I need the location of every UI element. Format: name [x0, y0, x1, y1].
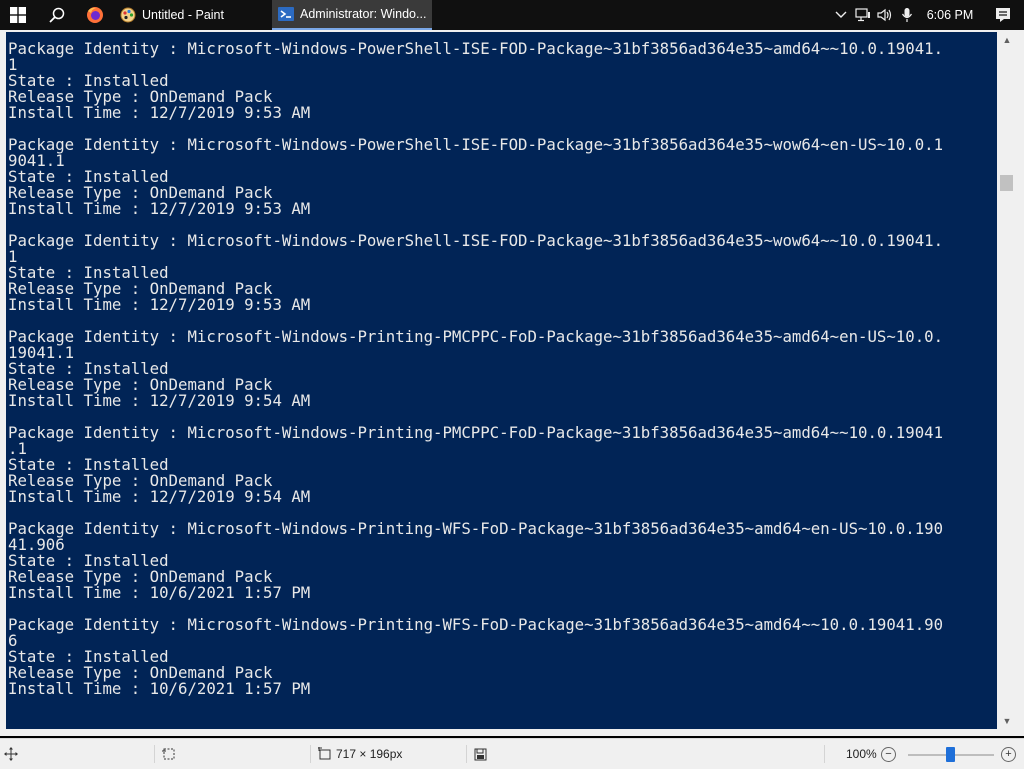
start-button[interactable]	[0, 0, 36, 30]
notification-icon	[996, 8, 1010, 22]
console-line: Install Time : 12/7/2019 9:54 AM	[8, 391, 311, 410]
package-entry: Package Identity : Microsoft-Windows-Pri…	[8, 329, 997, 409]
firefox-icon	[87, 7, 103, 23]
scroll-up-arrow-icon[interactable]: ▲	[998, 32, 1016, 48]
zoom-out-button[interactable]: −	[881, 747, 896, 762]
show-hidden-icons-button[interactable]	[830, 0, 852, 30]
status-divider	[154, 745, 155, 763]
console-line: Install Time : 10/6/2021 1:57 PM	[8, 679, 311, 698]
package-entry: Package Identity : Microsoft-Windows-Pow…	[8, 137, 997, 217]
action-center-button[interactable]	[982, 0, 1024, 30]
console-output[interactable]: Package Identity : Microsoft-Windows-Pow…	[6, 32, 997, 729]
search-button[interactable]	[44, 0, 70, 30]
cursor-position-icon	[4, 747, 18, 761]
taskbar-app-powershell[interactable]: Administrator: Windo...	[272, 0, 432, 30]
console-text: Package Identity : Microsoft-Windows-Pow…	[6, 32, 997, 697]
console-line: Install Time : 12/7/2019 9:54 AM	[8, 487, 311, 506]
package-entry: Package Identity : Microsoft-Windows-Pow…	[8, 233, 997, 313]
windows-logo-icon	[10, 7, 26, 23]
microphone-button[interactable]	[896, 0, 918, 30]
file-size	[474, 739, 487, 769]
taskbar-clock[interactable]: 6:06 PM	[918, 8, 982, 22]
zoom-in-button[interactable]: +	[1001, 747, 1016, 762]
console-line: Package Identity : Microsoft-Windows-Pri…	[8, 327, 944, 346]
powershell-icon	[278, 7, 294, 21]
selection-icon	[162, 748, 175, 760]
console-line: Package Identity : Microsoft-Windows-Pri…	[8, 519, 944, 538]
image-size: 717 × 196px	[318, 739, 402, 769]
status-divider	[824, 745, 825, 763]
chevron-up-icon	[835, 11, 847, 18]
paint-icon	[120, 7, 136, 23]
system-tray: 6:06 PM	[830, 0, 1024, 30]
console-line: Install Time : 12/7/2019 9:53 AM	[8, 295, 311, 314]
console-line: Install Time : 12/7/2019 9:53 AM	[8, 199, 311, 218]
save-disk-icon	[474, 748, 487, 760]
zoom-slider-thumb[interactable]	[946, 747, 955, 762]
zoom-level: 100%	[846, 747, 877, 761]
package-entry: Package Identity : Microsoft-Windows-Pri…	[8, 617, 997, 697]
package-entry: Package Identity : Microsoft-Windows-Pow…	[8, 41, 997, 121]
taskbar-app-label: Untitled - Paint	[142, 8, 224, 22]
console-line: Package Identity : Microsoft-Windows-Pow…	[8, 39, 944, 58]
console-line: Package Identity : Microsoft-Windows-Pow…	[8, 231, 944, 250]
microphone-icon	[901, 8, 913, 22]
scroll-down-arrow-icon[interactable]: ▼	[998, 713, 1016, 729]
console-line: Install Time : 12/7/2019 9:53 AM	[8, 103, 311, 122]
image-size-text: 717 × 196px	[336, 747, 403, 761]
package-entry: Package Identity : Microsoft-Windows-Pri…	[8, 521, 997, 601]
paint-status-bar: 717 × 196px 100% − +	[0, 738, 1024, 769]
powershell-window: Package Identity : Microsoft-Windows-Pow…	[0, 30, 1024, 736]
image-size-icon	[318, 747, 331, 760]
console-line: Package Identity : Microsoft-Windows-Pow…	[8, 135, 944, 154]
taskbar: Untitled - Paint Administrator: Windo...	[0, 0, 1024, 30]
network-icon	[855, 8, 870, 22]
console-line: Install Time : 10/6/2021 1:57 PM	[8, 583, 311, 602]
scrollbar-thumb[interactable]	[1000, 175, 1013, 191]
volume-button[interactable]	[874, 0, 896, 30]
package-entry: Package Identity : Microsoft-Windows-Pri…	[8, 425, 997, 505]
status-divider	[466, 745, 467, 763]
selection-size	[162, 739, 176, 769]
status-divider	[310, 745, 311, 763]
speaker-icon	[877, 8, 892, 22]
console-line: Package Identity : Microsoft-Windows-Pri…	[8, 615, 944, 634]
taskbar-app-label: Administrator: Windo...	[300, 7, 427, 21]
vertical-scrollbar[interactable]: ▲ ▼	[998, 32, 1016, 729]
taskbar-app-paint[interactable]: Untitled - Paint	[114, 0, 264, 30]
cursor-position	[4, 739, 18, 769]
console-line: Package Identity : Microsoft-Windows-Pri…	[8, 423, 944, 442]
taskbar-firefox[interactable]	[82, 0, 108, 30]
window-border	[0, 729, 1024, 736]
network-button[interactable]	[852, 0, 874, 30]
search-icon	[49, 7, 65, 23]
